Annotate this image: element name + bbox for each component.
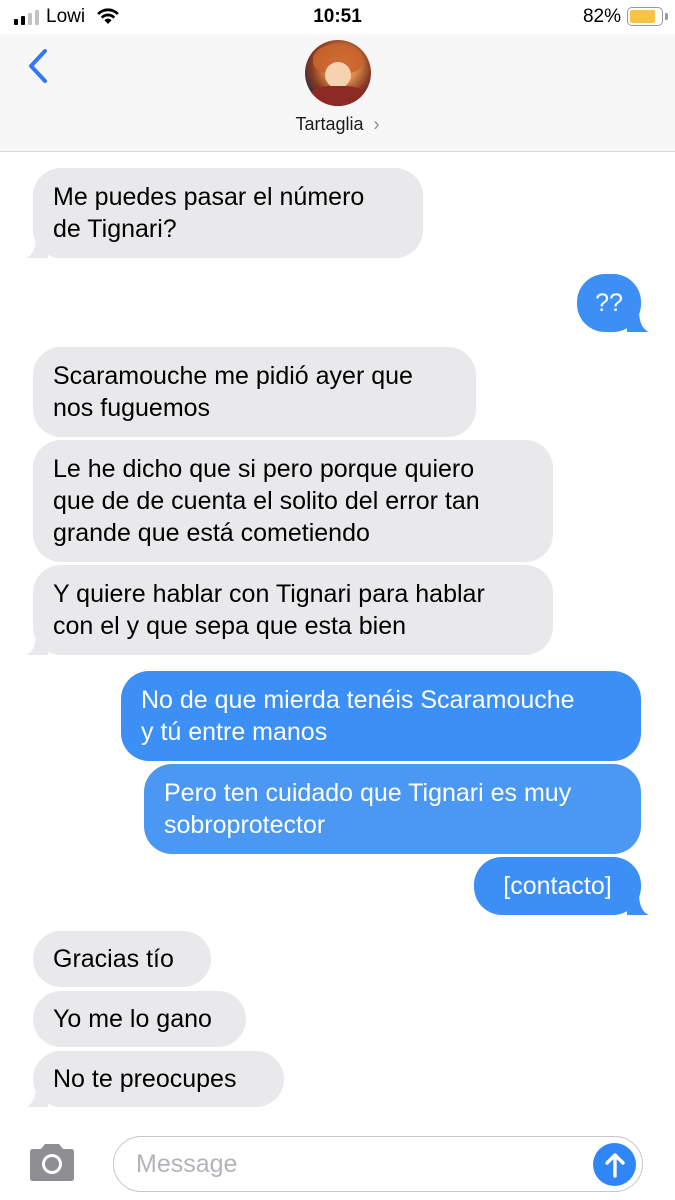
received-message[interactable]: Le he dicho que si pero porque quiero qu…	[33, 440, 553, 562]
message-line: Gracias tío	[53, 945, 174, 973]
clock: 10:51	[313, 6, 362, 27]
message-line: y tú entre manos	[141, 718, 328, 746]
chevron-left-icon	[29, 49, 47, 83]
received-message[interactable]: No te preocupes	[26, 1051, 284, 1107]
camera-icon[interactable]	[26, 1142, 78, 1182]
received-message[interactable]: Y quiere hablar con Tignari para hablar …	[26, 565, 553, 655]
back-button[interactable]	[18, 46, 58, 86]
sent-message[interactable]: [contacto]	[474, 857, 649, 915]
message-line: No te preocupes	[53, 1065, 237, 1093]
sent-message[interactable]: No de que mierda tenéis Scaramouche y tú…	[121, 671, 641, 761]
received-message[interactable]: Me puedes pasar el número de Tignari?	[26, 168, 423, 258]
message-line: Y quiere hablar con Tignari para hablar	[53, 580, 485, 608]
received-message[interactable]: Yo me lo gano	[33, 991, 246, 1047]
bubble-tail	[627, 310, 649, 332]
message-line: nos fuguemos	[53, 394, 211, 422]
contact-name-button[interactable]: Tartaglia ›	[0, 112, 675, 135]
status-bar: Lowi 10:51 82%	[0, 0, 675, 34]
contact-avatar[interactable]	[305, 40, 371, 106]
send-arrow-icon	[604, 1152, 625, 1178]
battery-tip	[665, 13, 668, 20]
message-line: con el y que sepa que esta bien	[53, 612, 407, 640]
sent-message[interactable]: ??	[577, 274, 649, 332]
bubble-tail	[627, 893, 649, 915]
send-button[interactable]	[593, 1143, 636, 1186]
message-input[interactable]: Message	[113, 1136, 643, 1192]
message-line: Scaramouche me pidió ayer que	[53, 362, 413, 390]
bubble-tail	[26, 1085, 48, 1107]
message-line: que de de cuenta el solito del error tan	[53, 487, 480, 515]
message-input-placeholder: Message	[136, 1150, 238, 1178]
message-composer: Message	[0, 1126, 675, 1200]
bubble-tail	[26, 236, 48, 258]
battery-percentage: 82%	[582, 6, 621, 27]
message-line: Le he dicho que si pero porque quiero	[53, 455, 475, 483]
sent-message[interactable]: Pero ten cuidado que Tignari es muy sobr…	[144, 764, 641, 854]
message-line: grande que está cometiendo	[53, 519, 370, 547]
message-line: [contacto]	[503, 872, 612, 900]
received-message[interactable]: Scaramouche me pidió ayer que nos fuguem…	[33, 347, 476, 437]
message-line: Me puedes pasar el número	[53, 183, 365, 211]
conversation-header: Tartaglia ›	[0, 34, 675, 152]
message-line: Yo me lo gano	[53, 1005, 212, 1033]
message-line: Pero ten cuidado que Tignari es muy	[164, 779, 572, 807]
received-message[interactable]: Gracias tío	[33, 931, 211, 987]
message-line: de Tignari?	[53, 215, 177, 243]
contact-name: Tartaglia	[295, 114, 364, 134]
chevron-right-icon: ›	[373, 112, 380, 135]
bubble-tail	[26, 633, 48, 655]
message-line: No de que mierda tenéis Scaramouche	[141, 686, 575, 714]
message-line: sobroprotector	[164, 811, 326, 839]
battery-icon	[627, 7, 663, 26]
